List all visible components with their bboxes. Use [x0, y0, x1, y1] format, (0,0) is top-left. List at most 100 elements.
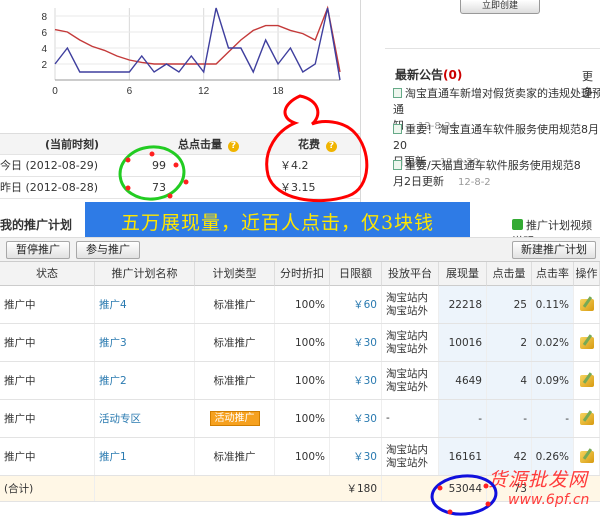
col-header[interactable]: 状态 [0, 262, 95, 286]
status-value: 推广中 [4, 451, 36, 463]
cell-budget: ￥30 [330, 438, 382, 475]
edit-icon[interactable] [579, 298, 594, 311]
discount-value: 100% [294, 336, 325, 349]
col-header[interactable]: 日限额 [330, 262, 382, 286]
budget-value[interactable]: ￥30 [353, 449, 377, 464]
platform-item: 淘宝站外 [386, 456, 428, 469]
notice-item-line1: 淘宝直通车新增对假货卖家的违规处理预通 [393, 87, 600, 116]
notice-item-line2: 月2日更新 [393, 175, 444, 188]
cell-discount: 100% [275, 362, 330, 399]
cell-ctr: 0.09% [532, 362, 574, 399]
watermark-url: www.6pf.cn [508, 492, 590, 508]
cell-budget: ￥30 [330, 400, 382, 437]
edit-icon[interactable] [579, 336, 594, 349]
platform-list: 淘宝站内 淘宝站外 [386, 444, 428, 470]
notice-count: (0) [443, 68, 463, 82]
promo-banner: 五万展现量，近百人点击，仅3块钱 [85, 202, 470, 240]
platform-item: 淘宝站内 [386, 329, 428, 342]
cell-discount: 100% [275, 438, 330, 475]
activity-promotion-tag[interactable]: 活动推广 [209, 411, 260, 426]
platform-list: - [386, 412, 390, 425]
cell-clicks: 2 [487, 324, 532, 361]
name-value[interactable]: 活动专区 [99, 411, 141, 426]
table-row: 推广中 推广2 标准推广 100% ￥30 淘宝站内 淘宝站外 4649 4 0.09% [0, 362, 600, 400]
cell-name: 活动专区 [95, 400, 195, 437]
notice-item[interactable]: 重要/天猫直通车软件服务使用规范8 月2日更新 12-8-2 [393, 158, 600, 191]
table-row: 推广中 推广4 标准推广 100% ￥60 淘宝站内 淘宝站外 22218 25 0.11% [0, 286, 600, 324]
cell-clicks: 25 [487, 286, 532, 323]
type-value: 标准推广 [213, 299, 256, 311]
cell-platform: 淘宝站内 淘宝站外 [382, 362, 439, 399]
budget-value[interactable]: ￥30 [353, 411, 377, 426]
banner-text: 五万展现量，近百人点击，仅3块钱 [120, 211, 435, 234]
type-value: 标准推广 [213, 337, 256, 349]
cell-platform: 淘宝站内 淘宝站外 [382, 324, 439, 361]
edit-icon[interactable] [579, 450, 594, 463]
discount-value: 100% [294, 450, 325, 463]
table-row: 推广中 推广3 标准推广 100% ￥30 淘宝站内 淘宝站外 10016 2 0.02% [0, 324, 600, 362]
cell-status: 推广中 [0, 400, 95, 437]
impressions-value: 4649 [455, 374, 482, 387]
cell-impressions: 4649 [439, 362, 487, 399]
watermark-text: 货源批发网 [488, 469, 589, 491]
y-tick-label: 4 [41, 44, 47, 55]
cost-header: 花费? [298, 134, 337, 156]
col-header[interactable]: 推广计划名称 [95, 262, 195, 286]
x-tick-label: 0 [52, 86, 58, 97]
new-plan-button[interactable]: 新建推广计划 [512, 241, 596, 259]
announcement-panel: 立即创建 最新公告(0) 更多 淘宝直通车新增对假货卖家的违规处理预通 知12-… [385, 0, 600, 205]
cell-impressions: - [439, 400, 487, 437]
clicks-value: - [523, 412, 527, 425]
cell-clicks: 4 [487, 362, 532, 399]
x-tick-label: 18 [272, 86, 284, 97]
name-value[interactable]: 推广4 [99, 297, 127, 312]
clicks-value: 2 [520, 336, 527, 349]
col-header[interactable]: 投放平台 [382, 262, 439, 286]
pause-promotion-button[interactable]: 暂停推广 [6, 241, 70, 259]
series-line-2 [54, 7, 341, 81]
period-header: (当前时刻) [45, 138, 100, 151]
col-header[interactable]: 点击率 [532, 262, 574, 286]
x-tick-label: 12 [198, 86, 210, 97]
ctr-value: 0.02% [535, 336, 569, 349]
budget-value[interactable]: ￥60 [353, 297, 377, 312]
cost-header-label: 花费 [298, 138, 320, 151]
cell-type: 标准推广 [195, 362, 275, 399]
status-value: 推广中 [4, 299, 36, 311]
col-header[interactable]: 点击量 [487, 262, 532, 286]
create-now-button[interactable]: 立即创建 [460, 0, 540, 14]
cell-name: 推广2 [95, 362, 195, 399]
cell-impressions: 22218 [439, 286, 487, 323]
hourly-line-chart: 0 6 12 18 8 6 4 2 [41, 5, 341, 97]
impressions-value: 10016 [448, 336, 482, 349]
help-icon[interactable]: ? [228, 141, 239, 152]
col-header[interactable]: 分时折扣 [275, 262, 330, 286]
discount-value: 100% [294, 374, 325, 387]
cell-status: 推广中 [0, 362, 95, 399]
name-value[interactable]: 推广3 [99, 335, 127, 350]
ctr-value: 0.09% [535, 374, 569, 387]
platform-item: 淘宝站外 [386, 380, 428, 393]
cell-status: 推广中 [0, 286, 95, 323]
edit-icon[interactable] [579, 374, 594, 387]
y-tick-label: 2 [41, 60, 47, 71]
budget-value[interactable]: ￥30 [353, 373, 377, 388]
clicks-cell: 99 [152, 159, 166, 172]
budget-value[interactable]: ￥30 [353, 335, 377, 350]
col-header[interactable]: 计划类型 [195, 262, 275, 286]
clicks-header-label: 总点击量 [178, 138, 222, 151]
platform-list: 淘宝站内 淘宝站外 [386, 368, 428, 394]
total-budget: ￥180 [330, 476, 382, 501]
cell-edit [574, 400, 600, 437]
edit-icon[interactable] [579, 412, 594, 425]
status-value: 推广中 [4, 337, 36, 349]
help-icon[interactable]: ? [326, 141, 337, 152]
name-value[interactable]: 推广2 [99, 373, 127, 388]
cell-ctr: - [532, 400, 574, 437]
cost-cell: ￥3.15 [280, 181, 316, 194]
impressions-value: - [478, 412, 482, 425]
document-icon [393, 160, 402, 170]
col-header[interactable]: 展现量 [439, 262, 487, 286]
join-promotion-button[interactable]: 参与推广 [76, 241, 140, 259]
name-value[interactable]: 推广1 [99, 449, 127, 464]
